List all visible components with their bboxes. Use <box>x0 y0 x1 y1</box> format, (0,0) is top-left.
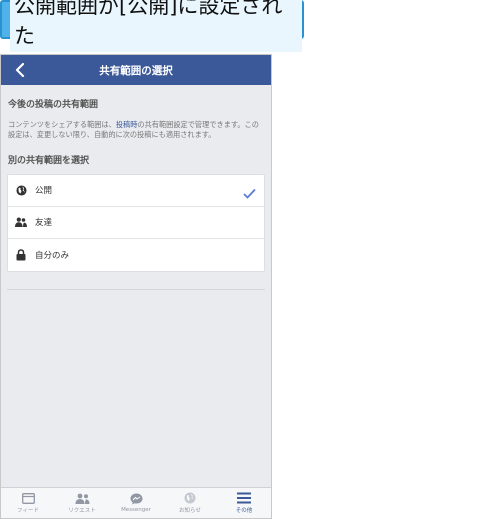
divider <box>7 288 265 290</box>
navbar: 共有範囲の選択 <box>1 55 271 85</box>
option-friends[interactable]: 友達 <box>8 207 264 239</box>
lock-icon <box>15 249 27 261</box>
caption-text: 公開範囲が[公開]に設定された <box>10 0 302 52</box>
notifications-icon <box>184 492 196 504</box>
page-title: 共有範囲の選択 <box>99 64 173 77</box>
phone-screen: 共有範囲の選択 今後の投稿の共有範囲 コンテンツをシェアする範囲は、投稿時の共有… <box>0 54 272 519</box>
bottom-tab-bar: フィード リクエスト Messenger お知らせ その他 <box>1 487 271 518</box>
audience-description: コンテンツをシェアする範囲は、投稿時の共有範囲設定で管理できます。この設定は、変… <box>1 110 271 140</box>
option-friends-label: 友達 <box>35 218 53 229</box>
option-public[interactable]: 公開 <box>8 175 264 207</box>
menu-icon <box>237 492 251 504</box>
option-only-me[interactable]: 自分のみ <box>8 239 264 271</box>
tab-feed[interactable]: フィード <box>1 488 55 518</box>
choose-audience-heading: 別の共有範囲を選択 <box>8 155 90 166</box>
tab-notifications-label: お知らせ <box>179 508 201 514</box>
checkmark-icon <box>243 184 256 203</box>
post-time-link[interactable]: 投稿時 <box>116 120 138 129</box>
tab-feed-label: フィード <box>17 507 39 514</box>
audience-options-list: 公開 友達 自分のみ <box>7 173 265 272</box>
tab-more-label: その他 <box>235 508 253 514</box>
feed-icon <box>21 492 35 504</box>
back-button[interactable] <box>9 59 31 81</box>
tab-notifications[interactable]: お知らせ <box>163 488 217 518</box>
tab-requests-label: リクエスト <box>68 507 96 514</box>
current-audience-heading: 今後の投稿の共有範囲 <box>8 100 99 110</box>
friends-icon <box>15 216 27 228</box>
tab-messenger-label: Messenger <box>121 507 151 513</box>
tab-more[interactable]: その他 <box>217 488 271 518</box>
globe-icon <box>15 184 27 196</box>
chevron-left-icon <box>15 63 25 77</box>
description-text-start: コンテンツをシェアする範囲は、 <box>8 120 116 129</box>
option-only-me-label: 自分のみ <box>35 250 70 261</box>
messenger-icon <box>130 493 142 505</box>
tab-requests[interactable]: リクエスト <box>55 488 109 518</box>
tab-messenger[interactable]: Messenger <box>109 488 163 518</box>
requests-icon <box>75 493 89 504</box>
option-public-label: 公開 <box>35 186 53 197</box>
caption-banner: 公開範囲が[公開]に設定された <box>0 0 304 52</box>
